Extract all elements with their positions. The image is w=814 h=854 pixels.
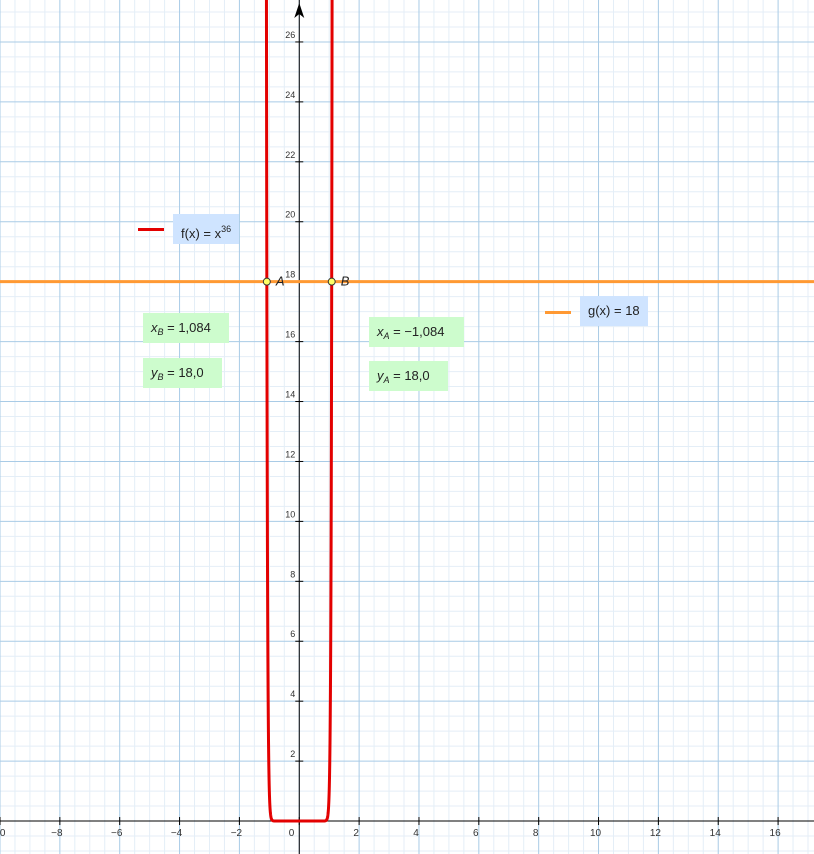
yB-text: = 18,0 xyxy=(163,365,204,380)
y-tick-label: 8 xyxy=(290,569,295,579)
y-tick-label: 6 xyxy=(290,629,295,639)
g-legend-text: g(x) = 18 xyxy=(588,303,640,318)
x-tick-label: 6 xyxy=(473,828,479,839)
f-legend-label[interactable]: f(x) = x36 xyxy=(173,214,240,244)
x-tick-label: −4 xyxy=(171,828,183,839)
y-tick-label: 2 xyxy=(290,749,295,759)
x-tick-label: −6 xyxy=(111,828,123,839)
x-tick-label: −10 xyxy=(0,828,6,839)
xA-value-box[interactable]: xA = −1,084 xyxy=(369,317,464,347)
tick-labels: −10−8−6−4−202468101214162468101214161820… xyxy=(0,30,781,839)
g-legend-label[interactable]: g(x) = 18 xyxy=(580,296,648,326)
x-tick-label: 16 xyxy=(770,828,782,839)
y-tick-label: 16 xyxy=(285,330,295,340)
x-tick-label: −2 xyxy=(231,828,243,839)
x-tick-label: 4 xyxy=(413,828,419,839)
y-tick-label: 4 xyxy=(290,689,295,699)
point-label-b: B xyxy=(341,274,350,289)
axes xyxy=(0,0,814,854)
f-legend-swatch xyxy=(138,228,164,231)
y-tick-label: 10 xyxy=(285,509,295,519)
major-grid xyxy=(0,0,814,854)
y-tick-label: 20 xyxy=(285,210,295,220)
point-label-a: A xyxy=(275,274,285,289)
x-tick-label: 14 xyxy=(710,828,722,839)
y-tick-label: 24 xyxy=(285,90,295,100)
x-tick-label: 12 xyxy=(650,828,662,839)
y-tick-label: 26 xyxy=(285,30,295,40)
xB-value-box[interactable]: xB = 1,084 xyxy=(143,313,229,343)
point-a xyxy=(262,277,271,286)
point-b xyxy=(327,277,336,286)
x-tick-label: 10 xyxy=(590,828,602,839)
x-tick-label: 8 xyxy=(533,828,539,839)
y-tick-label: 18 xyxy=(285,270,295,280)
y-tick-label: 12 xyxy=(285,449,295,459)
f-legend-exponent: 36 xyxy=(221,224,232,234)
yA-value-box[interactable]: yA = 18,0 xyxy=(369,361,448,391)
y-tick-label: 22 xyxy=(285,150,295,160)
y-tick-label: 14 xyxy=(285,390,295,400)
g-legend-swatch xyxy=(545,311,571,314)
f-legend-base: f(x) = x xyxy=(181,226,222,241)
xB-text: = 1,084 xyxy=(163,320,211,335)
yB-value-box[interactable]: yB = 18,0 xyxy=(143,358,222,388)
yA-text: = 18,0 xyxy=(389,368,430,383)
x-tick-label: −8 xyxy=(51,828,63,839)
x-tick-label: 0 xyxy=(289,828,295,839)
graph-canvas[interactable]: −10−8−6−4−202468101214162468101214161820… xyxy=(0,0,814,854)
minor-grid xyxy=(0,0,814,854)
curves xyxy=(0,0,814,823)
x-tick-label: 2 xyxy=(353,828,359,839)
xA-text: = −1,084 xyxy=(389,324,445,339)
